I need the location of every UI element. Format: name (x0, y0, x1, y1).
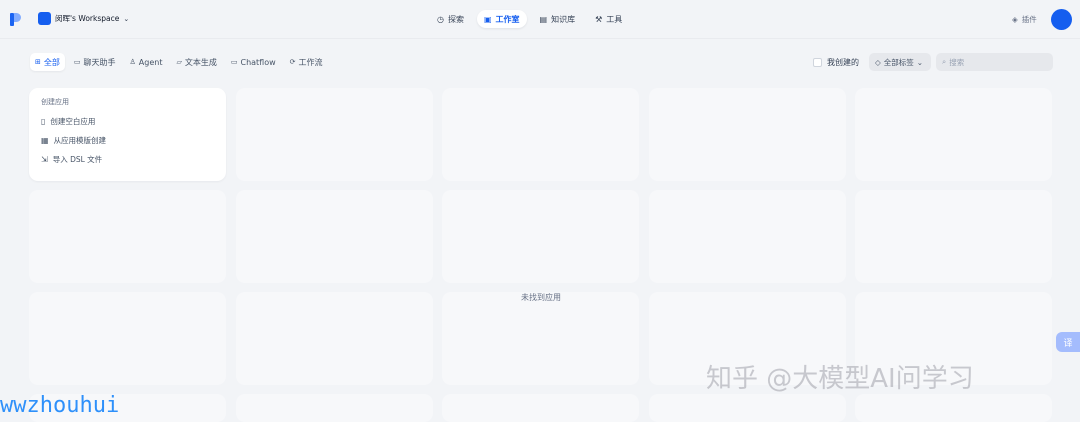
tab-chatflow[interactable]: ▭ Chatflow (226, 53, 281, 71)
tab-all[interactable]: ⊞ 全部 (30, 53, 65, 71)
tab-chat-assistant[interactable]: ▭ 聊天助手 (69, 53, 121, 71)
placeholder-card (236, 394, 433, 422)
book-icon: ▤ (539, 14, 548, 24)
placeholder-card (442, 88, 639, 181)
nav-tools[interactable]: ⚒ 工具 (588, 10, 629, 28)
created-by-me-checkbox[interactable] (813, 58, 822, 67)
main-nav: ◷ 探索 ▣ 工作室 ▤ 知识库 ⚒ 工具 (430, 10, 629, 28)
tab-text-generation[interactable]: ▱ 文本生成 (171, 53, 221, 71)
placeholder-card (236, 190, 433, 283)
note-icon: ▱ (176, 58, 182, 66)
search-icon: ⌕ (942, 57, 947, 66)
workflow-icon: ⟳ (289, 58, 296, 66)
tab-agent[interactable]: ♙ Agent (125, 53, 168, 71)
explore-icon: ◷ (437, 14, 444, 24)
nav-knowledge[interactable]: ▤ 知识库 (533, 10, 583, 28)
robot-icon: ▣ (483, 14, 492, 24)
placeholder-card (236, 88, 433, 181)
plugins-button[interactable]: ◈ 插件 (1012, 14, 1037, 25)
placeholder-card (649, 88, 846, 181)
app-type-tabs: ⊞ 全部 ▭ 聊天助手 ♙ Agent ▱ 文本生成 ▭ Chatflow ⟳ … (30, 53, 328, 71)
placeholder-card (855, 394, 1052, 422)
hammer-icon: ⚒ (595, 14, 603, 24)
header-divider (0, 38, 1080, 39)
grid-icon: ⊞ (35, 58, 41, 66)
agent-icon: ♙ (129, 58, 136, 66)
template-icon: ▦ (41, 136, 49, 145)
create-blank-app-button[interactable]: ▯ 创建空白应用 (41, 112, 214, 131)
create-app-title: 创建应用 (41, 98, 69, 106)
watermark-left: wwzhouhui (0, 393, 120, 418)
created-by-me-filter[interactable]: 我创建的 (813, 57, 859, 68)
app-logo[interactable] (10, 13, 21, 26)
placeholder-card (442, 394, 639, 422)
watermark-right: 知乎 @大模型AI问学习 (706, 364, 974, 394)
created-by-me-label: 我创建的 (827, 58, 859, 67)
nav-explore[interactable]: ◷ 探索 (430, 10, 471, 28)
placeholder-card (855, 190, 1052, 283)
workspace-avatar (38, 12, 51, 25)
placeholder-card (442, 292, 639, 385)
placeholder-card (442, 190, 639, 283)
create-from-template-button[interactable]: ▦ 从应用模版创建 (41, 131, 214, 150)
workspace-switcher[interactable]: 闵晖's Workspace ⌄ (38, 12, 129, 25)
cube-icon: ◈ (1012, 15, 1018, 24)
placeholder-card (649, 394, 846, 422)
placeholder-card (29, 292, 226, 385)
placeholder-card (29, 190, 226, 283)
create-app-card: 创建应用 ▯ 创建空白应用 ▦ 从应用模版创建 ⇲ 导入 DSL 文件 (29, 88, 226, 181)
chatflow-icon: ▭ (230, 58, 238, 66)
placeholder-card (649, 190, 846, 283)
chevron-down-icon: ⌄ (123, 14, 130, 23)
file-blank-icon: ▯ (41, 117, 46, 126)
workspace-name: 闵晖's Workspace (55, 14, 120, 23)
tag-icon: ◇ (875, 57, 881, 67)
nav-studio[interactable]: ▣ 工作室 (476, 10, 527, 28)
placeholder-card (855, 88, 1052, 181)
search-box[interactable]: ⌕ (936, 53, 1053, 71)
import-dsl-button[interactable]: ⇲ 导入 DSL 文件 (41, 150, 214, 169)
import-icon: ⇲ (41, 155, 48, 164)
empty-state-text: 未找到应用 (521, 293, 561, 302)
search-input[interactable] (949, 57, 1045, 67)
tab-workflow[interactable]: ⟳ 工作流 (285, 53, 328, 71)
top-bar: 闵晖's Workspace ⌄ ◷ 探索 ▣ 工作室 ▤ 知识库 ⚒ 工具 ◈… (0, 0, 1080, 38)
translate-button[interactable]: 译 (1056, 332, 1080, 352)
placeholder-card (236, 292, 433, 385)
chat-icon: ▭ (73, 58, 81, 66)
user-avatar[interactable] (1051, 9, 1072, 30)
tag-filter-select[interactable]: ◇ 全部标签 ⌄ (869, 53, 931, 71)
chevron-down-icon: ⌄ (916, 57, 924, 67)
